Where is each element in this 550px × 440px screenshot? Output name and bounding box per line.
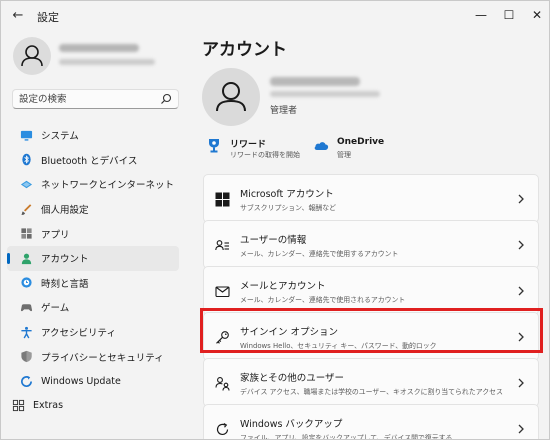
app-title: 設定 <box>37 11 59 24</box>
rewards-title: リワード <box>230 140 267 150</box>
close-button[interactable]: ✕ <box>523 4 549 26</box>
sidebar-item-label: 時刻と言語 <box>41 278 89 290</box>
redacted-user-email <box>59 59 155 65</box>
sidebar-item-label: アクセシビリティ <box>41 328 116 340</box>
card-title: Windows バックアップ <box>240 419 343 430</box>
person-icon <box>19 251 33 265</box>
sidebar-nav: システム Bluetooth とデバイス ネットワークとインターネット 個人用設… <box>7 123 179 418</box>
sidebar-item-label: Extras <box>33 400 64 412</box>
sidebar-item-windows-update[interactable]: Windows Update <box>7 369 179 394</box>
family-icon <box>215 376 230 391</box>
account-avatar[interactable] <box>202 68 260 126</box>
sidebar-item-label: プライバシーとセキュリティ <box>41 352 164 364</box>
settings-window: ← 設定 — ☐ ✕ システム Blueto <box>0 0 550 440</box>
bluetooth-icon <box>19 153 33 167</box>
card-title: 家族とその他のユーザー <box>240 373 345 384</box>
card-subtitle: メール、カレンダー、連絡先で使用されるアカウント <box>240 296 406 304</box>
brush-icon <box>19 202 33 216</box>
sidebar-item-personalization[interactable]: 個人用設定 <box>7 197 179 222</box>
shield-icon <box>19 350 33 364</box>
title-bar: ← 設定 — ☐ ✕ <box>1 1 549 31</box>
card-subtitle: メール、カレンダー、連絡先で使用するアカウント <box>240 250 399 258</box>
sidebar-item-privacy[interactable]: プライバシーとセキュリティ <box>7 344 179 369</box>
mail-icon <box>215 284 230 299</box>
onedrive-subtitle: 管理 <box>337 151 351 159</box>
sidebar-item-extras[interactable]: Extras <box>7 394 179 419</box>
accessibility-icon <box>19 325 33 339</box>
card-title: ユーザーの情報 <box>240 235 307 246</box>
search-input[interactable] <box>19 92 159 107</box>
minimize-button[interactable]: — <box>467 4 495 26</box>
monitor-icon <box>19 128 33 142</box>
sidebar-item-label: 個人用設定 <box>41 205 89 217</box>
chevron-right-icon <box>518 194 524 204</box>
sidebar-item-system[interactable]: システム <box>7 123 179 148</box>
chevron-right-icon <box>518 240 524 250</box>
rewards-subtitle: リワードの取得を開始 <box>230 151 300 159</box>
sidebar-item-accessibility[interactable]: アクセシビリティ <box>7 320 179 345</box>
sidebar-item-label: Windows Update <box>41 375 121 387</box>
search-box[interactable] <box>12 89 179 109</box>
sidebar-item-time-language[interactable]: 時刻と言語 <box>7 271 179 296</box>
chevron-right-icon <box>518 378 524 388</box>
card-title: メールとアカウント <box>240 281 326 292</box>
cloud-icon <box>314 142 329 150</box>
sidebar-item-network[interactable]: ネットワークとインターネット <box>7 172 179 197</box>
chevron-right-icon <box>518 286 524 296</box>
search-icon[interactable] <box>160 93 172 105</box>
account-role: 管理者 <box>270 106 298 116</box>
sidebar-item-apps[interactable]: アプリ <box>7 221 179 246</box>
sign-in-options-highlight <box>200 308 543 353</box>
card-windows-backup[interactable]: Windows バックアップ ファイル、アプリ、設定をバックアップして、デバイス… <box>203 404 539 440</box>
redacted-account-email <box>270 91 380 97</box>
redacted-user-name <box>59 44 139 52</box>
sidebar-item-label: アプリ <box>41 229 70 241</box>
card-family-other-users[interactable]: 家族とその他のユーザー デバイス アクセス、職場または学校のユーザー、キオスクに… <box>203 358 539 407</box>
card-your-info[interactable]: ユーザーの情報 メール、カレンダー、連絡先で使用するアカウント <box>203 220 539 269</box>
card-subtitle: サブスクリプション、報酬など <box>240 204 337 212</box>
extras-grid-icon <box>11 399 25 413</box>
page-title: アカウント <box>202 40 287 60</box>
apps-icon <box>19 227 33 241</box>
sidebar-avatar[interactable] <box>13 37 51 75</box>
backup-icon <box>215 422 230 437</box>
maximize-button[interactable]: ☐ <box>495 4 523 26</box>
rewards-link[interactable]: リワード リワードの取得を開始 <box>206 135 306 161</box>
sidebar-item-accounts[interactable]: アカウント <box>7 245 179 271</box>
update-icon <box>19 374 33 388</box>
person-icon <box>216 82 246 112</box>
windows-logo-icon <box>215 192 230 207</box>
sidebar-item-label: アカウント <box>41 254 89 266</box>
card-subtitle: ファイル、アプリ、設定をバックアップして、デバイス間で復元する <box>240 434 453 440</box>
globe-clock-icon <box>19 276 33 290</box>
card-microsoft-account[interactable]: Microsoft アカウント サブスクリプション、報酬など <box>203 174 539 223</box>
trophy-icon <box>209 139 219 153</box>
sidebar-item-label: システム <box>41 131 79 143</box>
onedrive-link[interactable]: OneDrive 管理 <box>313 135 393 161</box>
gamepad-icon <box>19 300 33 314</box>
sidebar-item-bluetooth[interactable]: Bluetooth とデバイス <box>7 148 179 173</box>
user-info-icon <box>215 238 230 253</box>
chevron-right-icon <box>518 424 524 434</box>
sidebar-item-label: Bluetooth とデバイス <box>41 155 138 167</box>
sidebar-item-label: ネットワークとインターネット <box>41 180 175 192</box>
wifi-diamond-icon <box>19 177 33 191</box>
sidebar-item-label: ゲーム <box>41 303 70 315</box>
redacted-account-name <box>270 77 360 86</box>
person-icon <box>21 45 43 67</box>
sidebar-item-gaming[interactable]: ゲーム <box>7 295 179 320</box>
onedrive-title: OneDrive <box>337 137 385 147</box>
card-title: Microsoft アカウント <box>240 189 334 200</box>
back-button[interactable]: ← <box>9 7 27 25</box>
card-subtitle: デバイス アクセス、職場または学校のユーザー、キオスクに割り当てられたアクセス <box>240 388 503 396</box>
